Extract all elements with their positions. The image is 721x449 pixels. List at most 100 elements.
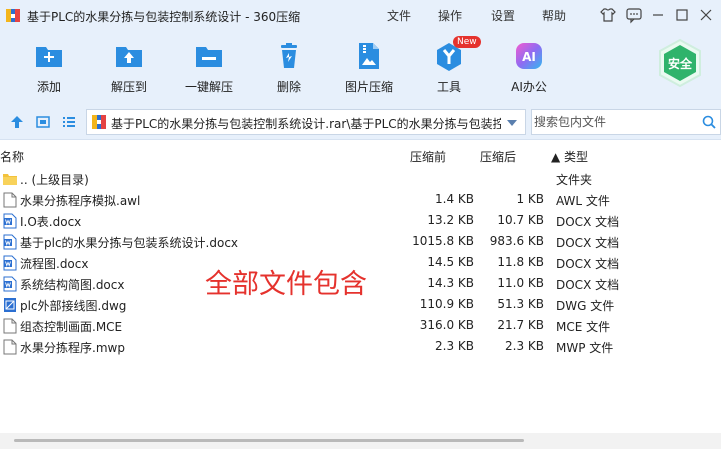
file-name: I.O表.docx [20,215,82,229]
file-row[interactable]: .. (上级目录) 文件夹 [0,168,721,189]
extract-to-icon [116,47,142,67]
file-name: 流程图.docx [20,257,89,271]
window-title: 基于PLC的水果分拣与包装控制系统设计 - 360压缩 [27,10,301,24]
image-compress-button[interactable]: 图片压缩 [329,38,409,98]
main-toolbar: 添加 解压到 一键解压 删除 图片压缩 New 工具 AI AI办公 安全 [0,32,721,104]
maximize-icon[interactable] [673,6,691,24]
ai-office-button[interactable]: AI AI办公 [489,38,569,98]
file-size: 14.3 KB [427,276,474,290]
close-icon[interactable] [697,6,715,24]
one-click-extract-button[interactable]: 一键解压 [169,38,249,98]
image-compress-icon [359,43,379,69]
file-size: 13.2 KB [427,213,474,227]
delete-icon [281,43,297,68]
ai-office-label: AI办公 [511,80,547,94]
title-bar: 基于PLC的水果分拣与包装控制系统设计 - 360压缩 文件 操作 设置 帮助 [0,0,721,32]
dwg-icon [3,297,17,313]
menu-file[interactable]: 文件 [387,7,411,24]
file-row[interactable]: 基于plc的水果分拣与包装系统设计.docx 1015.8 KB 983.6 KB D… [0,231,721,252]
file-type: DWG 文件 [556,299,615,313]
file-name: plc外部接线图.dwg [20,299,127,313]
file-name: 水果分拣程序模拟.awl [20,194,141,208]
annotation-text: 全部文件包含 [205,269,367,300]
column-size[interactable]: 压缩前 [410,148,446,165]
up-arrow-icon[interactable] [9,114,25,130]
menu-operate[interactable]: 操作 [438,7,462,24]
file-size: 14.5 KB [427,255,474,269]
file-packed-size: 21.7 KB [497,318,544,332]
tools-button[interactable]: New 工具 [409,36,489,98]
file-row[interactable]: 水果分拣程序.mwp 2.3 KB 2.3 KB MWP 文件 [0,336,721,357]
file-size: 2.3 KB [435,339,474,353]
file-row[interactable]: 组态控制画面.MCE 316.0 KB 21.7 KB MCE 文件 [0,315,721,336]
column-type[interactable]: ▲ 类型 [551,148,588,165]
word-icon [3,213,17,229]
path-field[interactable]: 基于PLC的水果分拣与包装控制系统设计.rar\基于PLC的水果分拣与包装控 [86,109,526,135]
file-size: 1.4 KB [435,192,474,206]
search-field [531,109,721,135]
file-size: 1015.8 KB [412,234,474,248]
extract-to-button[interactable]: 解压到 [89,38,169,98]
file-type: DOCX 文档 [556,215,620,229]
file-type: DOCX 文档 [556,236,620,250]
add-label: 添加 [36,80,61,94]
file-row[interactable]: 水果分拣程序模拟.awl 1.4 KB 1 KB AWL 文件 [0,189,721,210]
column-name[interactable]: 名称 [0,148,24,165]
thumbnail-view-icon[interactable] [35,114,51,130]
search-input[interactable] [532,110,697,134]
file-packed-size: 51.3 KB [497,297,544,311]
new-badge: New [453,36,481,48]
tools-label: 工具 [436,80,461,94]
menu-help[interactable]: 帮助 [542,7,566,24]
ai-office-icon: AI [516,43,542,69]
file-packed-size: 11.8 KB [497,255,544,269]
file-size: 110.9 KB [419,297,474,311]
skin-shirt-icon[interactable] [599,6,617,24]
minimize-icon[interactable] [649,6,667,24]
add-button[interactable]: 添加 [9,38,89,98]
one-click-extract-label: 一键解压 [184,80,233,94]
file-size: 316.0 KB [419,318,474,332]
file-type: DOCX 文档 [556,257,620,271]
path-text: 基于PLC的水果分拣与包装控制系统设计.rar\基于PLC的水果分拣与包装控 [111,117,501,131]
file-name: 水果分拣程序.mwp [20,341,125,355]
extract-to-label: 解压到 [110,80,147,94]
file-name: 系统结构简图.docx [20,278,125,292]
ai-icon-text: AI [522,50,536,64]
one-click-extract-icon [196,47,222,67]
list-view-icon[interactable] [61,114,77,130]
file-type: AWL 文件 [556,194,610,208]
file-type: 文件夹 [556,173,593,187]
image-compress-label: 图片压缩 [344,80,393,94]
delete-button[interactable]: 删除 [249,38,329,98]
security-shield-icon[interactable]: 安全 [655,38,705,88]
search-icon[interactable] [702,115,716,129]
word-icon [3,276,17,292]
delete-label: 删除 [276,80,301,94]
archive-file-icon [92,115,106,129]
scrollbar-thumb[interactable] [14,439,524,442]
folder-icon [3,171,17,187]
file-name: 组态控制画面.MCE [20,320,123,334]
archive-app-icon [6,9,20,22]
chevron-down-icon[interactable] [507,119,517,127]
add-icon [36,47,62,67]
file-icon [3,192,17,208]
safe-label: 安全 [668,56,693,71]
file-type: MWP 文件 [556,341,614,355]
file-icon [3,339,17,355]
column-packed[interactable]: 压缩后 [480,148,516,165]
column-header-row: 名称 压缩前 压缩后 ▲ 类型 [0,146,721,166]
word-icon [3,255,17,271]
file-type: MCE 文件 [556,320,611,334]
horizontal-scrollbar[interactable] [0,433,721,449]
file-name: 基于plc的水果分拣与包装系统设计.docx [20,236,239,250]
word-icon [3,234,17,250]
feedback-icon[interactable] [625,6,643,24]
file-name: .. (上级目录) [20,173,89,187]
file-icon [3,318,17,334]
file-packed-size: 1 KB [516,192,544,206]
file-packed-size: 2.3 KB [505,339,544,353]
file-row[interactable]: I.O表.docx 13.2 KB 10.7 KB DOCX 文档 [0,210,721,231]
menu-settings[interactable]: 设置 [491,7,515,24]
